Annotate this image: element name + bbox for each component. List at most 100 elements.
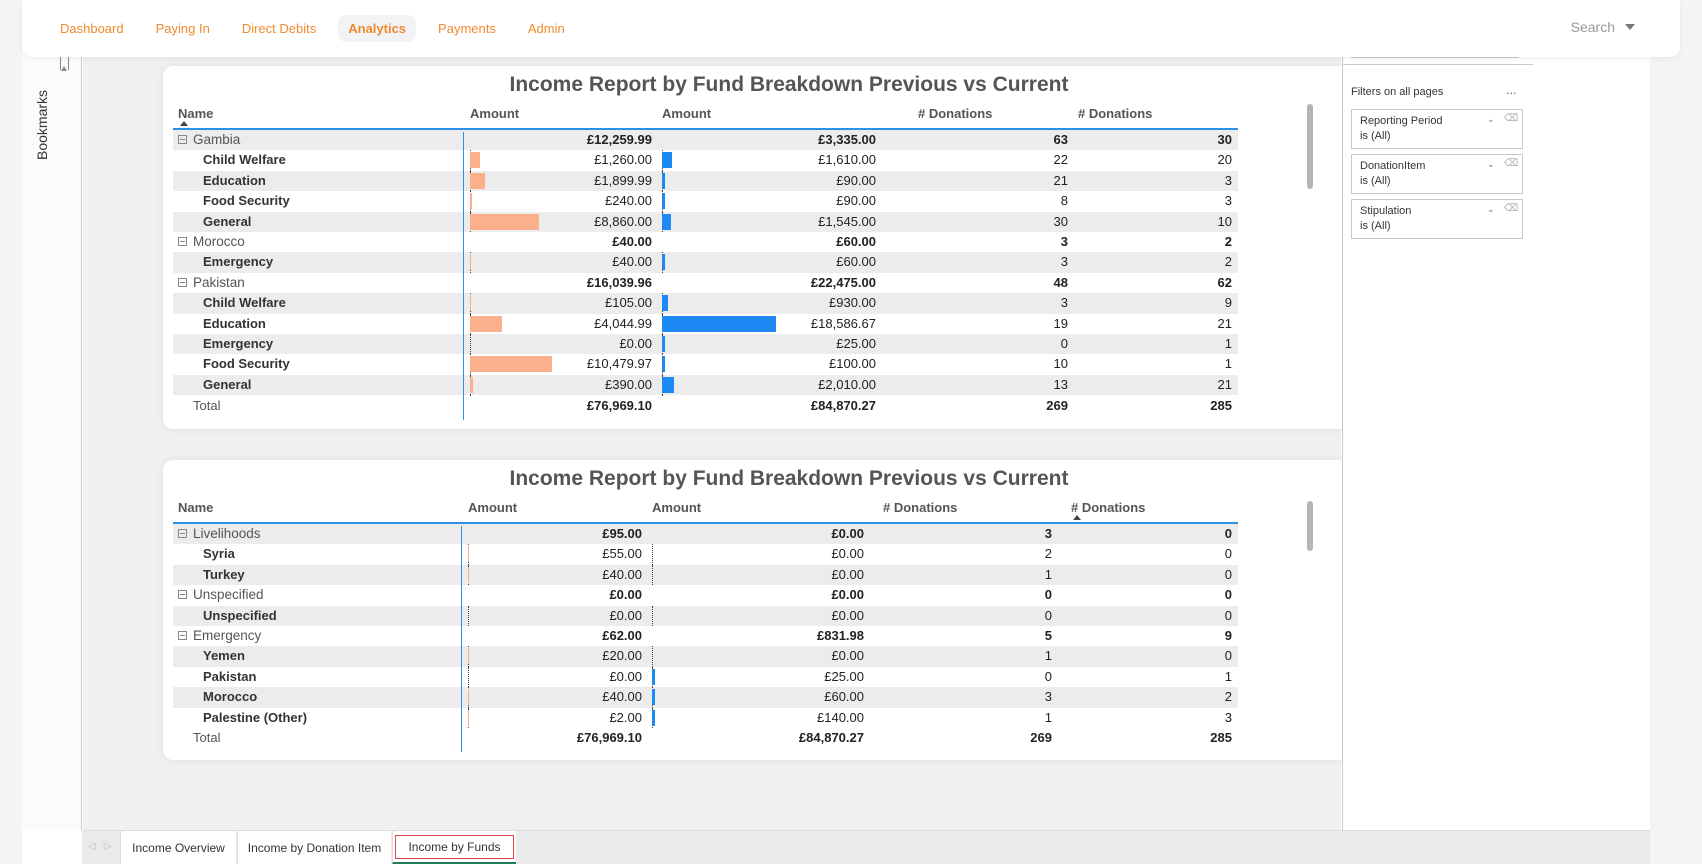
prev-count-cell: 1: [1044, 566, 1052, 582]
collapse-icon[interactable]: [178, 590, 187, 600]
table-row[interactable]: Education £4,044.99 £18,586.67 19 21: [173, 313, 1238, 334]
prev-amount-cell: £4,044.99: [594, 315, 652, 331]
row-name: Child Welfare: [203, 152, 286, 168]
curr-count-cell: 2: [1224, 233, 1232, 249]
table-row[interactable]: Morocco £40.00 £60.00 3 2: [173, 687, 1238, 708]
row-name: Food Security: [203, 193, 290, 209]
nav-item-payments[interactable]: Payments: [428, 15, 506, 42]
prev-count-cell: 19: [1053, 315, 1068, 331]
clear-filter-icon[interactable]: ⌫: [1504, 203, 1518, 214]
column-header[interactable]: Name: [178, 106, 213, 121]
filter-card-stipulation[interactable]: Stipulation is (All) ⌄ ⌫: [1351, 199, 1523, 239]
search-label: Search: [1570, 19, 1615, 35]
filter-card-donationitem[interactable]: DonationItem is (All) ⌄ ⌫: [1351, 154, 1523, 194]
vertical-scrollbar[interactable]: [1307, 104, 1313, 189]
curr-count-cell: 3: [1224, 193, 1232, 209]
nav-item-direct-debits[interactable]: Direct Debits: [232, 15, 326, 42]
data-bar-current: [662, 152, 672, 169]
group-row[interactable]: Unspecified £0.00 £0.00 0 0: [173, 585, 1238, 605]
collapse-icon[interactable]: [178, 277, 187, 287]
chevron-down-icon[interactable]: ⌄: [1487, 114, 1495, 125]
table-row[interactable]: Turkey £40.00 £0.00 1 0: [173, 564, 1238, 586]
prev-count-cell: 3: [1060, 295, 1068, 311]
table-row[interactable]: Emergency £0.00 £25.00 0 1: [173, 333, 1238, 355]
data-bar-previous: [468, 709, 469, 726]
prev-amount-cell: £390.00: [605, 376, 652, 392]
prev-amount-cell: £95.00: [602, 526, 642, 541]
app: Dashboard Paying In Direct Debits Analytics…: [0, 0, 1702, 864]
page-tab-income-by-funds[interactable]: Income by Funds: [392, 831, 516, 864]
table-row[interactable]: Education £1,899.99 £90.00 21 3: [173, 170, 1238, 192]
data-bar-current: [662, 172, 665, 189]
curr-count-cell: 3: [1224, 172, 1232, 188]
nav-item-analytics[interactable]: Analytics: [338, 15, 417, 42]
table-row[interactable]: Food Security £10,479.97 £100.00 10 1: [173, 354, 1238, 375]
table-row[interactable]: Palestine (Other) £2.00 £140.00 1 3: [173, 707, 1238, 728]
prev-count-cell: 63: [1053, 132, 1068, 147]
more-options-icon[interactable]: ...: [1506, 84, 1517, 97]
bar-axis: [468, 666, 469, 688]
row-name: Livelihoods: [193, 526, 261, 541]
group-row[interactable]: Pakistan £16,039.96 £22,475.00 48 62: [173, 273, 1238, 293]
group-row[interactable]: Gambia £12,259.99 £3,335.00 63 30: [173, 130, 1238, 151]
vertical-scrollbar[interactable]: [1307, 501, 1313, 551]
nav-item-dashboard[interactable]: Dashboard: [50, 15, 134, 42]
curr-amount-cell: £3,335.00: [818, 132, 876, 147]
bar-axis: [652, 544, 653, 565]
data-bar-current: [652, 709, 655, 726]
nav-item-admin[interactable]: Admin: [518, 15, 575, 42]
page-tab-income-by-donation-item[interactable]: Income by Donation Item: [237, 831, 391, 864]
curr-count-cell: 0: [1224, 526, 1232, 541]
filter-card-reporting-period[interactable]: Reporting Period is (All) ⌄ ⌫: [1351, 109, 1523, 149]
bookmarks-pane[interactable]: Bookmarks: [22, 50, 82, 830]
table-row[interactable]: General £8,860.00 £1,545.00 30 10: [173, 211, 1238, 232]
table-row[interactable]: Child Welfare £105.00 £930.00 3 9: [173, 293, 1238, 314]
curr-amount-cell: £140.00: [817, 709, 864, 725]
prev-count-cell: 8: [1060, 193, 1068, 209]
tab-scroll-arrows-icon[interactable]: ◁▷: [88, 841, 119, 852]
curr-amount-cell: £25.00: [836, 335, 876, 351]
curr-amount-cell: £0.00: [831, 546, 864, 562]
table-row[interactable]: Food Security £240.00 £90.00 8 3: [173, 191, 1238, 212]
table-row[interactable]: General £390.00 £2,010.00 13 21: [173, 374, 1238, 396]
table-row[interactable]: Yemen £20.00 £0.00 1 0: [173, 646, 1238, 667]
bar-axis: [468, 605, 469, 626]
chevron-down-icon[interactable]: ⌄: [1487, 204, 1495, 215]
curr-amount-cell: £1,545.00: [818, 213, 876, 229]
page-tabs: ◁▷ Income Overview Income by Donation Ite…: [82, 830, 1650, 864]
curr-amount-cell: £831.98: [817, 627, 864, 643]
column-header[interactable]: Amount: [470, 106, 519, 121]
collapse-icon[interactable]: [178, 135, 187, 144]
filter-value: is (All): [1360, 220, 1391, 232]
column-header[interactable]: Amount: [662, 106, 711, 121]
column-header[interactable]: Amount: [468, 500, 517, 515]
clear-filter-icon[interactable]: ⌫: [1504, 158, 1518, 169]
group-row[interactable]: Morocco £40.00 £60.00 3 2: [173, 232, 1238, 252]
clear-filter-icon[interactable]: ⌫: [1504, 113, 1518, 124]
collapse-icon[interactable]: [178, 529, 187, 538]
collapse-icon[interactable]: [178, 236, 187, 246]
search-dropdown[interactable]: Search: [1571, 19, 1635, 35]
column-header[interactable]: # Donations: [1071, 500, 1145, 515]
top-nav: Dashboard Paying In Direct Debits Analytics…: [22, 0, 1680, 57]
table-row[interactable]: Syria £55.00 £0.00 2 0: [173, 544, 1238, 565]
collapse-icon[interactable]: [178, 630, 187, 640]
column-header[interactable]: # Donations: [1078, 106, 1152, 121]
chevron-down-icon[interactable]: ⌄: [1487, 159, 1495, 170]
table-row[interactable]: Child Welfare £1,260.00 £1,610.00 22 20: [173, 150, 1238, 171]
table-row[interactable]: Unspecified £0.00 £0.00 0 0: [173, 605, 1238, 626]
page-tab-income-overview[interactable]: Income Overview: [120, 831, 236, 864]
prev-count-cell: 13: [1053, 376, 1068, 392]
curr-count-cell: 21: [1217, 376, 1232, 392]
column-separator: [463, 132, 464, 420]
table-row[interactable]: Emergency £40.00 £60.00 3 2: [173, 252, 1238, 273]
curr-count-cell: 0: [1224, 566, 1232, 582]
column-header[interactable]: Name: [178, 500, 213, 515]
column-header[interactable]: # Donations: [918, 106, 992, 121]
group-row[interactable]: Livelihoods £95.00 £0.00 3 0: [173, 524, 1238, 545]
column-header[interactable]: Amount: [652, 500, 701, 515]
group-row[interactable]: Emergency £62.00 £831.98 5 9: [173, 626, 1238, 646]
table-row[interactable]: Pakistan £0.00 £25.00 0 1: [173, 666, 1238, 688]
column-header[interactable]: # Donations: [883, 500, 957, 515]
nav-item-paying-in[interactable]: Paying In: [146, 15, 220, 42]
